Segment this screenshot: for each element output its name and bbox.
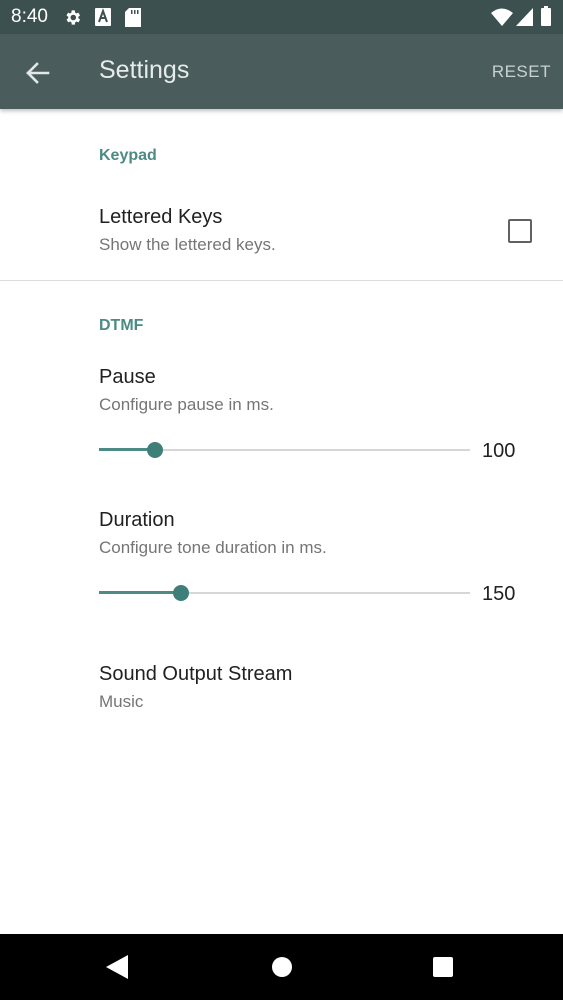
home-circle-icon[interactable] xyxy=(271,956,293,978)
pause-value: 100 xyxy=(482,440,516,462)
gear-icon xyxy=(66,10,81,25)
status-bar: 8:40 xyxy=(0,0,563,34)
arrow-left-icon xyxy=(26,62,50,84)
app-bar: Settings RESET xyxy=(0,34,563,109)
battery-icon xyxy=(541,6,551,26)
section-header-dtmf: DTMF xyxy=(99,317,144,334)
duration-slider-thumb[interactable] xyxy=(172,585,189,601)
a-notification-icon xyxy=(95,8,111,26)
reset-button[interactable]: RESET xyxy=(492,62,551,82)
pause-slider-thumb[interactable] xyxy=(146,442,163,458)
pause-title: Pause xyxy=(99,366,156,388)
duration-value: 150 xyxy=(482,583,516,605)
duration-summary: Configure tone duration in ms. xyxy=(99,538,327,557)
recents-square-icon[interactable] xyxy=(433,957,453,977)
wifi-icon xyxy=(491,8,513,26)
signal-icon xyxy=(516,8,533,26)
duration-title: Duration xyxy=(99,509,175,531)
lettered-keys-summary: Show the lettered keys. xyxy=(99,235,276,254)
lettered-keys-title: Lettered Keys xyxy=(99,206,223,228)
back-triangle-icon[interactable] xyxy=(106,955,128,979)
sd-card-icon xyxy=(125,8,141,27)
page-title: Settings xyxy=(99,56,190,84)
pause-summary: Configure pause in ms. xyxy=(99,395,274,414)
lettered-keys-checkbox[interactable] xyxy=(508,219,532,243)
pause-slider[interactable] xyxy=(99,438,470,462)
sound-output-summary: Music xyxy=(99,692,144,711)
duration-slider-fill xyxy=(99,591,181,594)
sound-output-title: Sound Output Stream xyxy=(99,663,293,685)
navigation-bar xyxy=(0,934,563,1000)
duration-slider[interactable] xyxy=(99,581,470,605)
status-time: 8:40 xyxy=(11,6,48,27)
back-button[interactable] xyxy=(18,53,58,93)
section-divider xyxy=(0,280,563,281)
section-header-keypad: Keypad xyxy=(99,147,157,164)
